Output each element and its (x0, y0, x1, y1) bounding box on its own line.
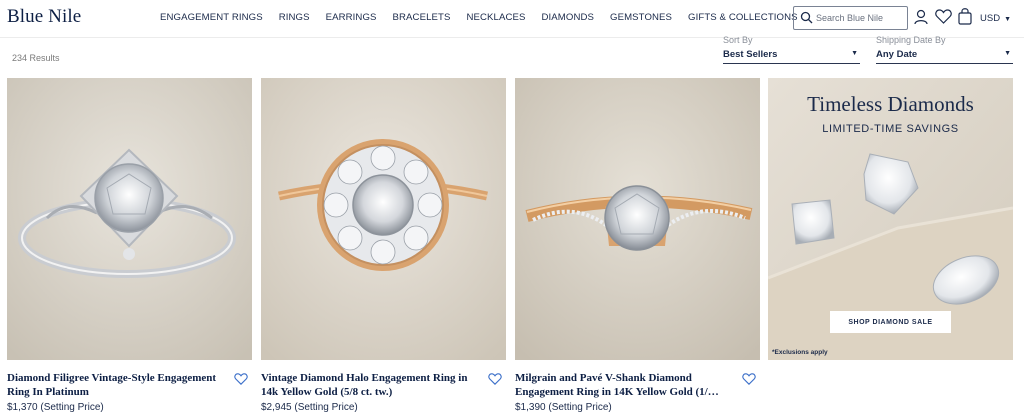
shipping-date-label: Shipping Date By (876, 35, 946, 45)
product-image[interactable] (515, 78, 760, 360)
bag-icon[interactable] (958, 7, 972, 30)
chevron-down-icon: ▼ (1004, 50, 1011, 57)
nav-engagement-rings[interactable]: ENGAGEMENT RINGS (160, 12, 263, 23)
product-price: $2,945 (Setting Price) (261, 402, 358, 412)
product-card[interactable]: Diamond Filigree Vintage-Style Engagemen… (7, 78, 252, 412)
exclusions-note[interactable]: *Exclusions apply (772, 349, 828, 356)
search-icon (800, 11, 813, 29)
product-title[interactable]: Diamond Filigree Vintage-Style Engagemen… (7, 371, 227, 399)
nav-bracelets[interactable]: BRACELETS (393, 12, 451, 23)
nav-rings[interactable]: RINGS (279, 12, 310, 23)
currency-label: USD (980, 13, 1001, 24)
results-count: 234 Results (12, 53, 60, 63)
search-input[interactable] (816, 10, 906, 26)
product-image[interactable] (7, 78, 252, 360)
sort-dropdown[interactable]: Sort By Best Sellers ▼ (723, 35, 860, 64)
product-card[interactable]: Milgrain and Pavé V-Shank Diamond Engage… (515, 78, 760, 412)
wishlist-icon[interactable] (935, 9, 952, 29)
nav-gifts-collections[interactable]: GIFTS & COLLECTIONS (688, 12, 798, 23)
brand-logo[interactable]: Blue Nile (7, 6, 81, 28)
nav-diamonds[interactable]: DIAMONDS (542, 12, 595, 23)
main-nav: ENGAGEMENT RINGS RINGS EARRINGS BRACELET… (160, 12, 814, 23)
product-price: $1,390 (Setting Price) (515, 402, 612, 412)
product-price: $1,370 (Setting Price) (7, 402, 104, 412)
nav-earrings[interactable]: EARRINGS (326, 12, 377, 23)
chevron-down-icon: ▼ (1004, 16, 1011, 23)
promo-subheading: LIMITED-TIME SAVINGS (822, 123, 959, 135)
product-image[interactable] (261, 78, 506, 360)
wishlist-heart-icon[interactable] (488, 372, 502, 390)
shop-diamond-sale-button[interactable]: SHOP DIAMOND SALE (830, 311, 951, 333)
search-box[interactable] (793, 6, 908, 30)
currency-selector[interactable]: USD ▼ (980, 13, 1011, 24)
shipping-date-value: Any Date (876, 49, 918, 60)
nav-gemstones[interactable]: GEMSTONES (610, 12, 672, 23)
site-header: Blue Nile ENGAGEMENT RINGS RINGS EARRING… (0, 0, 1024, 38)
product-title[interactable]: Milgrain and Pavé V-Shank Diamond Engage… (515, 371, 735, 399)
shipping-date-dropdown[interactable]: Shipping Date By Any Date ▼ (876, 35, 1013, 64)
chevron-down-icon: ▼ (851, 50, 858, 57)
sort-label: Sort By (723, 35, 753, 45)
promo-heading: Timeless Diamonds (807, 92, 974, 116)
promo-banner[interactable]: Timeless Diamonds LIMITED-TIME SAVINGS S… (768, 78, 1013, 360)
wishlist-heart-icon[interactable] (234, 372, 248, 390)
nav-necklaces[interactable]: NECKLACES (466, 12, 525, 23)
product-card[interactable]: Vintage Diamond Halo Engagement Ring in … (261, 78, 506, 412)
sort-value: Best Sellers (723, 49, 778, 60)
account-icon[interactable] (914, 9, 928, 30)
product-title[interactable]: Vintage Diamond Halo Engagement Ring in … (261, 371, 481, 399)
wishlist-heart-icon[interactable] (742, 372, 756, 390)
